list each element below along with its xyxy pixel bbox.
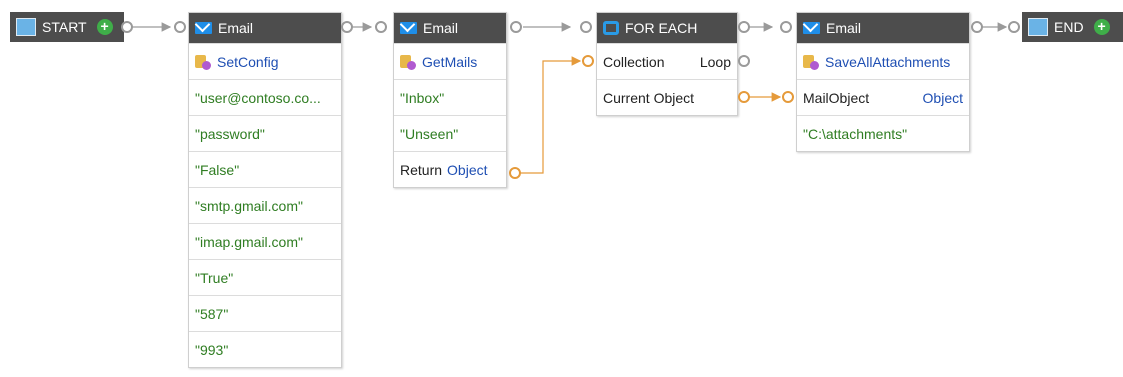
email2-function-row[interactable]: GetMails — [394, 43, 506, 79]
data-return-to-collection — [520, 56, 582, 174]
loop-out-pin[interactable] — [738, 55, 750, 67]
email3-out-pin[interactable] — [971, 21, 983, 33]
loop-icon — [603, 21, 619, 35]
email3-function: SaveAllAttachments — [825, 53, 951, 70]
param-row[interactable]: "password" — [189, 115, 341, 151]
email2-title: Email — [423, 20, 459, 36]
current-object-out-pin[interactable] — [738, 91, 750, 103]
email3-header: Email — [797, 13, 969, 43]
mailobject-type: Object — [922, 89, 963, 106]
function-icon — [400, 54, 416, 70]
param-row[interactable]: "C:\attachments" — [797, 115, 969, 151]
end-label: END — [1054, 19, 1084, 35]
end-in-pin[interactable] — [1008, 21, 1020, 33]
email1-function-row[interactable]: SetConfig — [189, 43, 341, 79]
foreach-out-pin[interactable] — [738, 21, 750, 33]
email3-in-pin[interactable] — [780, 21, 792, 33]
mail-icon — [803, 22, 820, 34]
start-icon — [16, 18, 36, 36]
email3-function-row[interactable]: SaveAllAttachments — [797, 43, 969, 79]
email-getmails-node[interactable]: Email GetMails "Inbox" "Unseen" Return O… — [393, 12, 507, 188]
collection-in-pin[interactable] — [582, 55, 594, 67]
param-row[interactable]: "993" — [189, 331, 341, 367]
mailobject-row[interactable]: MailObject Object — [797, 79, 969, 115]
function-icon — [195, 54, 211, 70]
return-out-pin[interactable] — [509, 167, 521, 179]
current-object-label: Current Object — [603, 89, 695, 106]
foreach-header: FOR EACH — [597, 13, 737, 43]
end-node[interactable]: END + — [1022, 12, 1123, 42]
email-saveattachments-node[interactable]: Email SaveAllAttachments MailObject Obje… — [796, 12, 970, 152]
foreach-title: FOR EACH — [625, 20, 698, 36]
foreach-in-pin[interactable] — [580, 21, 592, 33]
collection-label: Collection — [603, 53, 665, 70]
return-type: Object — [447, 161, 488, 178]
start-node[interactable]: START + — [10, 12, 124, 42]
email1-out-pin[interactable] — [341, 21, 353, 33]
foreach-node[interactable]: FOR EACH Collection Loop Current Object — [596, 12, 738, 116]
loop-label: Loop — [699, 53, 731, 70]
add-step-icon[interactable]: + — [96, 19, 113, 35]
email-setconfig-node[interactable]: Email SetConfig "user@contoso.co... "pas… — [188, 12, 342, 368]
start-label: START — [42, 19, 87, 35]
param-row[interactable]: "True" — [189, 259, 341, 295]
start-out-pin[interactable] — [121, 21, 133, 33]
param-row[interactable]: "Inbox" — [394, 79, 506, 115]
email1-function: SetConfig — [217, 53, 279, 70]
mail-icon — [195, 22, 212, 34]
email2-in-pin[interactable] — [375, 21, 387, 33]
mailobject-in-pin[interactable] — [782, 91, 794, 103]
return-label: Return — [400, 161, 443, 178]
email1-title: Email — [218, 20, 254, 36]
email2-function: GetMails — [422, 53, 478, 70]
param-row[interactable]: "False" — [189, 151, 341, 187]
collection-row[interactable]: Collection Loop — [597, 43, 737, 79]
email3-title: Email — [826, 20, 862, 36]
email2-out-pin[interactable] — [510, 21, 522, 33]
email2-header: Email — [394, 13, 506, 43]
mailobject-label: MailObject — [803, 89, 870, 106]
function-icon — [803, 54, 819, 70]
add-step-icon[interactable]: + — [1093, 19, 1110, 35]
email1-header: Email — [189, 13, 341, 43]
current-object-row[interactable]: Current Object — [597, 79, 737, 115]
param-row[interactable]: "user@contoso.co... — [189, 79, 341, 115]
return-row[interactable]: Return Object — [394, 151, 506, 187]
mail-icon — [400, 22, 417, 34]
param-row[interactable]: "587" — [189, 295, 341, 331]
param-row[interactable]: "imap.gmail.com" — [189, 223, 341, 259]
param-row[interactable]: "Unseen" — [394, 115, 506, 151]
end-icon — [1028, 18, 1048, 36]
param-row[interactable]: "smtp.gmail.com" — [189, 187, 341, 223]
email1-in-pin[interactable] — [174, 21, 186, 33]
